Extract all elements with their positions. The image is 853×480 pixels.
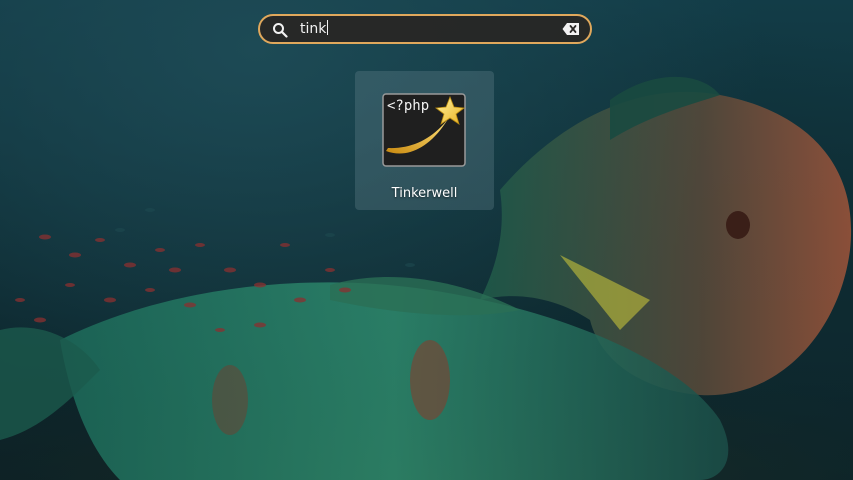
search-query-text: tink	[300, 21, 327, 37]
search-box[interactable]: tink	[258, 14, 592, 44]
app-label: Tinkerwell	[391, 186, 458, 201]
app-result-tinkerwell[interactable]: <?php Tinkerwell	[355, 71, 494, 210]
php-tag-text: <?php	[387, 98, 429, 114]
clear-text-icon[interactable]	[562, 22, 580, 36]
search-input[interactable]: tink	[300, 16, 329, 42]
text-caret	[327, 20, 329, 35]
tinkerwell-app-icon: <?php	[382, 93, 466, 167]
search-icon	[273, 23, 288, 38]
